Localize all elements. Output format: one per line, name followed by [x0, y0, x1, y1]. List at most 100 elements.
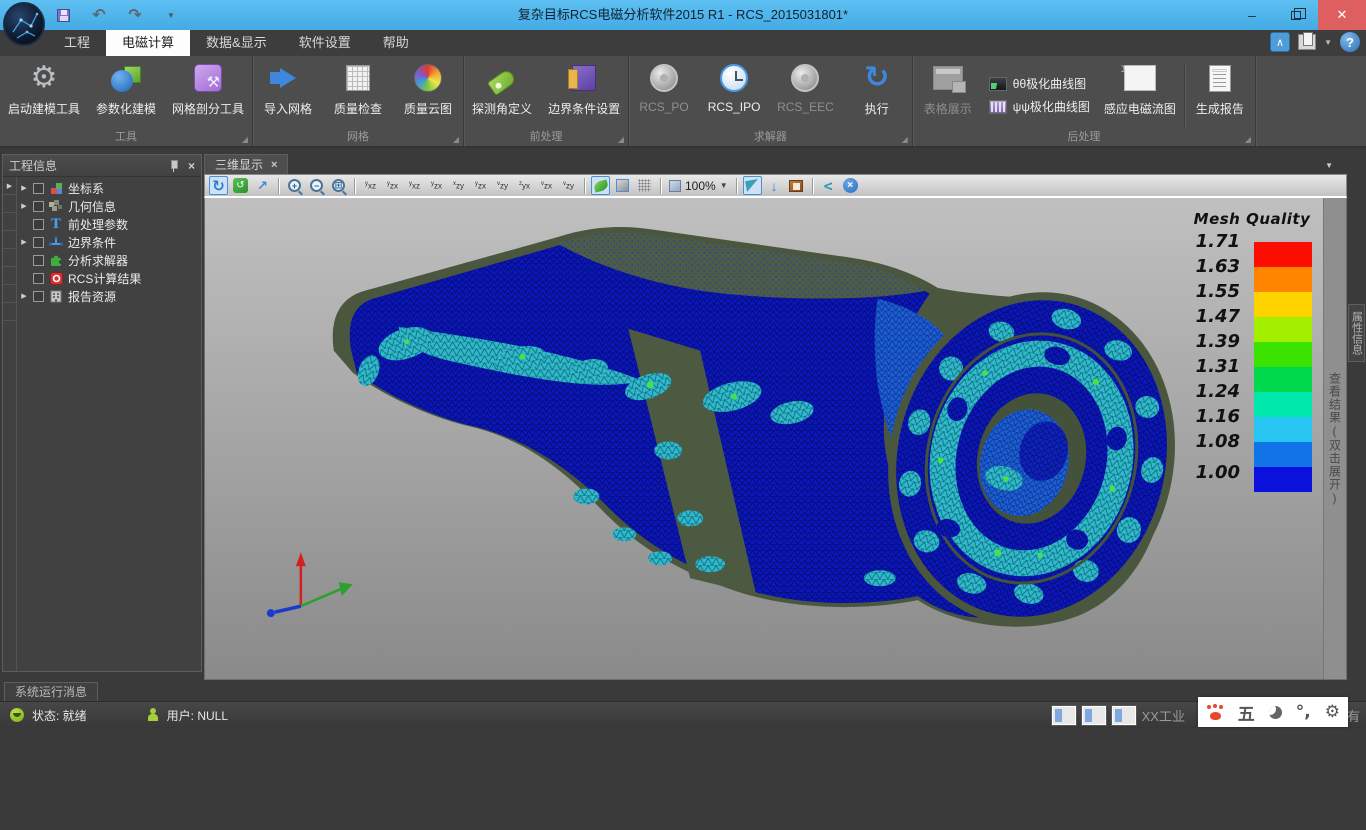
project-info-panel: 工程信息 × ▶ ▶ 坐标系 ▶ [2, 154, 202, 672]
layout-split-panel-button[interactable] [1082, 706, 1106, 725]
generate-report-button[interactable]: 生成报告 [1185, 60, 1255, 130]
group-expand-icon[interactable]: ◢ [453, 135, 459, 144]
checkbox[interactable] [33, 183, 44, 194]
checkbox[interactable] [33, 219, 44, 230]
section-tool-button[interactable] [743, 176, 762, 195]
tree-item-geometry-info[interactable]: ▶ 几何信息 [17, 197, 201, 215]
legend-value: 1.16 [1196, 408, 1240, 426]
ime-logo-paw-icon[interactable] [1206, 704, 1224, 720]
restore-button[interactable] [1274, 0, 1318, 30]
checkbox[interactable] [33, 291, 44, 302]
expander-icon[interactable]: ▶ [19, 238, 29, 246]
group-expand-icon[interactable]: ◢ [1245, 135, 1251, 144]
ime-punctuation-button[interactable]: °, [1296, 702, 1311, 722]
view-preset-6-button[interactable]: yzx [471, 176, 490, 195]
view-preset-10-button[interactable]: vzy [559, 176, 578, 195]
view-preset-7-button[interactable]: vzy [493, 176, 512, 195]
refresh-arrows-icon: ↻ [864, 63, 889, 93]
checkbox[interactable] [33, 255, 44, 266]
view-results-strip[interactable]: 查看结果(双击展开) [1323, 198, 1346, 679]
collapse-ribbon-button[interactable]: ∧ [1270, 32, 1290, 52]
tab-list-dropdown-icon[interactable]: ▼ [1325, 161, 1333, 170]
tree-item-boundary-conditions[interactable]: ▶ 边界条件 [17, 233, 201, 251]
view-preset-1-button[interactable]: yxz [361, 176, 380, 195]
probe-angle-define-button[interactable]: 探测角定义 [464, 60, 540, 130]
view-preset-4-button[interactable]: yzx [427, 176, 446, 195]
view-preset-2-button[interactable]: yzx [383, 176, 402, 195]
quality-cloud-map-button[interactable]: 质量云图 [393, 60, 463, 130]
zoom-out-icon: − [310, 179, 323, 192]
menu-tab-help[interactable]: 帮助 [367, 30, 425, 56]
group-expand-icon[interactable]: ◢ [618, 135, 624, 144]
group-expand-icon[interactable]: ◢ [902, 135, 908, 144]
menu-tab-data-display[interactable]: 数据&显示 [190, 30, 283, 56]
tab-close-icon[interactable]: × [271, 159, 277, 171]
launch-modeling-tool-button[interactable]: ⚙ 启动建模工具 [0, 60, 88, 130]
rcs-ipo-button[interactable]: RCS_IPO [699, 60, 769, 130]
expander-icon[interactable]: ▶ [19, 184, 29, 192]
menu-tab-em-compute[interactable]: 电磁计算 [106, 30, 190, 56]
psi-polarization-curve-button[interactable]: ψψ极化曲线图 [989, 98, 1090, 115]
pan-tool-button[interactable]: ↗ [253, 176, 272, 195]
mesh-partition-tool-button[interactable]: 网格剖分工具 [164, 60, 252, 130]
legend-color-bar [1254, 242, 1312, 492]
view-preset-8-button[interactable]: zyx [515, 176, 534, 195]
flow-display-button[interactable]: < [819, 176, 838, 195]
layout-left-panel-button[interactable] [1052, 706, 1076, 725]
orbit-tool-button[interactable]: ↺ [231, 176, 250, 195]
panel-close-icon[interactable]: × [188, 159, 195, 173]
rotate-tool-button[interactable]: ↻ [209, 176, 228, 195]
render-canvas[interactable]: Mesh Quality 1.71 1.63 1.55 1.47 1.39 1.… [204, 198, 1347, 680]
parametric-modeling-button[interactable]: 参数化建模 [88, 60, 164, 130]
ime-settings-gear-icon[interactable]: ⚙ [1325, 702, 1340, 722]
menu-tab-settings[interactable]: 软件设置 [283, 30, 367, 56]
tab-3d-display[interactable]: 三维显示 × [204, 154, 288, 174]
quality-check-button[interactable]: 质量检查 [323, 60, 393, 130]
checkbox[interactable] [33, 237, 44, 248]
boundary-condition-settings-button[interactable]: 边界条件设置 [540, 60, 628, 130]
zoom-in-button[interactable]: + [285, 176, 304, 195]
checkbox[interactable] [33, 273, 44, 284]
tree-item-report-resources[interactable]: ▶ 报告资源 [17, 287, 201, 305]
view-preset-9-button[interactable]: vzx [537, 176, 556, 195]
zoom-out-button[interactable]: − [307, 176, 326, 195]
device-dropdown-icon[interactable]: ▼ [1324, 38, 1332, 47]
group-expand-icon[interactable]: ◢ [242, 135, 248, 144]
view-preset-5-button[interactable]: xzy [449, 176, 468, 195]
close-view-button[interactable]: × [841, 176, 860, 195]
wireframe-view-button[interactable] [635, 176, 654, 195]
ime-fullwidth-moon-icon[interactable] [1269, 706, 1282, 719]
property-info-tab[interactable]: 属性信息 [1348, 304, 1365, 362]
help-button[interactable]: ? [1340, 32, 1360, 52]
app-logo-icon[interactable] [3, 2, 45, 46]
capture-view-button[interactable] [787, 176, 806, 195]
tree-item-analysis-solver[interactable]: 分析求解器 [17, 251, 201, 269]
tree-item-preprocess-params[interactable]: T 前处理参数 [17, 215, 201, 233]
expander-icon[interactable]: ▶ [19, 202, 29, 210]
theta-polarization-curve-button[interactable]: θθ极化曲线图 [989, 75, 1090, 92]
system-messages-tab[interactable]: 系统运行消息 [4, 682, 98, 701]
tree-item-rcs-results[interactable]: RCS计算结果 [17, 269, 201, 287]
import-mesh-button[interactable]: 导入网格 [253, 60, 323, 130]
drop-view-button[interactable]: ↓ [765, 176, 784, 195]
restore-icon [1291, 11, 1301, 20]
close-button[interactable]: ✕ [1318, 0, 1366, 30]
ime-mode-button[interactable]: 五 [1238, 700, 1255, 725]
zoom-fit-button[interactable]: ⊞ [329, 176, 348, 195]
menu-tab-project[interactable]: 工程 [48, 30, 106, 56]
display-device-icon[interactable] [1298, 34, 1316, 50]
induced-current-map-button[interactable]: 感应电磁流图 [1096, 60, 1184, 130]
tree-item-coordinate-system[interactable]: ▶ 坐标系 [17, 179, 201, 197]
checkbox[interactable] [33, 201, 44, 212]
execute-button[interactable]: ↻ 执行 [842, 60, 912, 130]
view-preset-3-button[interactable]: yxz [405, 176, 424, 195]
root-expander-icon[interactable]: ▶ [3, 177, 16, 195]
minimize-button[interactable]: – [1230, 0, 1274, 30]
ribbon-group-preprocess: 探测角定义 边界条件设置 前处理 ◢ [464, 56, 629, 146]
expander-icon[interactable]: ▶ [19, 292, 29, 300]
zoom-level-select[interactable]: 100% ▼ [667, 176, 730, 195]
shaded-view-button[interactable] [591, 176, 610, 195]
pin-icon[interactable] [169, 160, 178, 172]
flat-view-button[interactable] [613, 176, 632, 195]
layout-bottom-panel-button[interactable] [1112, 706, 1136, 725]
